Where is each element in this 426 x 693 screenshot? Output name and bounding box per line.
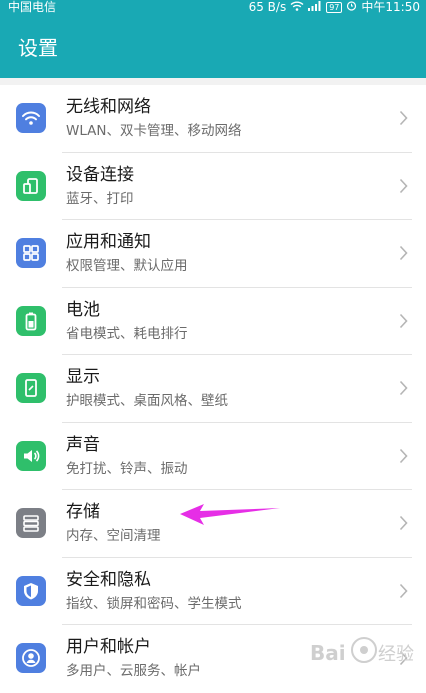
chevron-right-icon: [399, 583, 408, 598]
item-subtitle: 多用户、云服务、帐户: [66, 663, 201, 679]
item-title: 存储: [66, 502, 100, 522]
alarm-icon: [346, 0, 357, 15]
settings-item-apps-notifications[interactable]: 应用和通知 权限管理、默认应用: [0, 220, 426, 288]
settings-item-battery[interactable]: 电池 省电模式、耗电排行: [0, 287, 426, 355]
item-subtitle: 免打扰、铃声、振动: [66, 460, 188, 477]
chevron-right-icon: [399, 515, 408, 531]
battery-icon: [16, 305, 46, 336]
item-title: 应用和通知: [66, 232, 151, 252]
item-subtitle: 省电模式、耗电排行: [66, 325, 188, 342]
item-title: 显示: [66, 367, 100, 387]
chevron-right-icon: [399, 380, 408, 396]
status-bar: 中国电信 65 B/s 97 中午11:50: [0, 0, 426, 16]
settings-item-security-privacy[interactable]: 安全和隐私 指纹、锁屏和密码、学生模式: [0, 557, 426, 625]
clock-label: 中午11:50: [361, 0, 420, 14]
page-title: 设置: [18, 36, 58, 60]
settings-list: 无线和网络 WLAN、双卡管理、移动网络 设备连接 蓝牙、打印 应用和通知 权限…: [0, 85, 426, 693]
svg-text:经验: 经验: [378, 644, 414, 665]
status-icons: 65 B/s 97 中午11:50: [249, 0, 420, 15]
wifi-icon: [16, 103, 46, 133]
apps-icon: [16, 238, 46, 268]
item-subtitle: 权限管理、默认应用: [66, 258, 188, 274]
settings-item-device-connection[interactable]: 设备连接 蓝牙、打印: [0, 152, 426, 220]
device-connect-icon: [16, 170, 46, 201]
signal-icon: [308, 0, 322, 15]
item-title: 无线和网络: [66, 97, 151, 117]
item-subtitle: WLAN、双卡管理、移动网络: [66, 123, 242, 139]
wifi-status-icon: [290, 0, 304, 15]
network-speed: 65 B/s: [248, 0, 287, 14]
annotation-arrow-icon: [180, 504, 280, 525]
app-header: 设置: [0, 16, 426, 78]
item-title: 声音: [66, 434, 100, 455]
chevron-right-icon: [399, 110, 408, 126]
settings-item-sound[interactable]: 声音 免打扰、铃声、振动: [0, 422, 426, 490]
settings-item-wireless-network[interactable]: 无线和网络 WLAN、双卡管理、移动网络: [0, 85, 426, 153]
watermark-text: Bai: [310, 641, 346, 665]
item-subtitle: 护眼模式、桌面风格、壁纸: [66, 393, 228, 409]
carrier-label: 中国电信: [8, 0, 57, 14]
battery-indicator: 97: [326, 2, 343, 13]
shield-icon: [16, 575, 46, 606]
item-title: 电池: [66, 299, 100, 320]
chevron-right-icon: [399, 245, 408, 261]
item-subtitle: 蓝牙、打印: [66, 190, 134, 207]
display-icon: [16, 373, 46, 403]
item-subtitle: 指纹、锁屏和密码、学生模式: [66, 595, 242, 612]
watermark-logo: Bai 经验: [310, 637, 414, 665]
user-icon: [16, 643, 46, 673]
chevron-right-icon: [399, 178, 408, 193]
storage-icon: [16, 508, 46, 538]
item-title: 设备连接: [66, 164, 134, 185]
item-title: 用户和帐户: [66, 637, 151, 657]
sound-icon: [16, 440, 46, 471]
chevron-right-icon: [399, 448, 408, 463]
item-title: 安全和隐私: [66, 569, 151, 590]
settings-item-display[interactable]: 显示 护眼模式、桌面风格、壁纸: [0, 355, 426, 423]
item-subtitle: 内存、空间清理: [66, 528, 161, 544]
chevron-right-icon: [399, 313, 408, 328]
